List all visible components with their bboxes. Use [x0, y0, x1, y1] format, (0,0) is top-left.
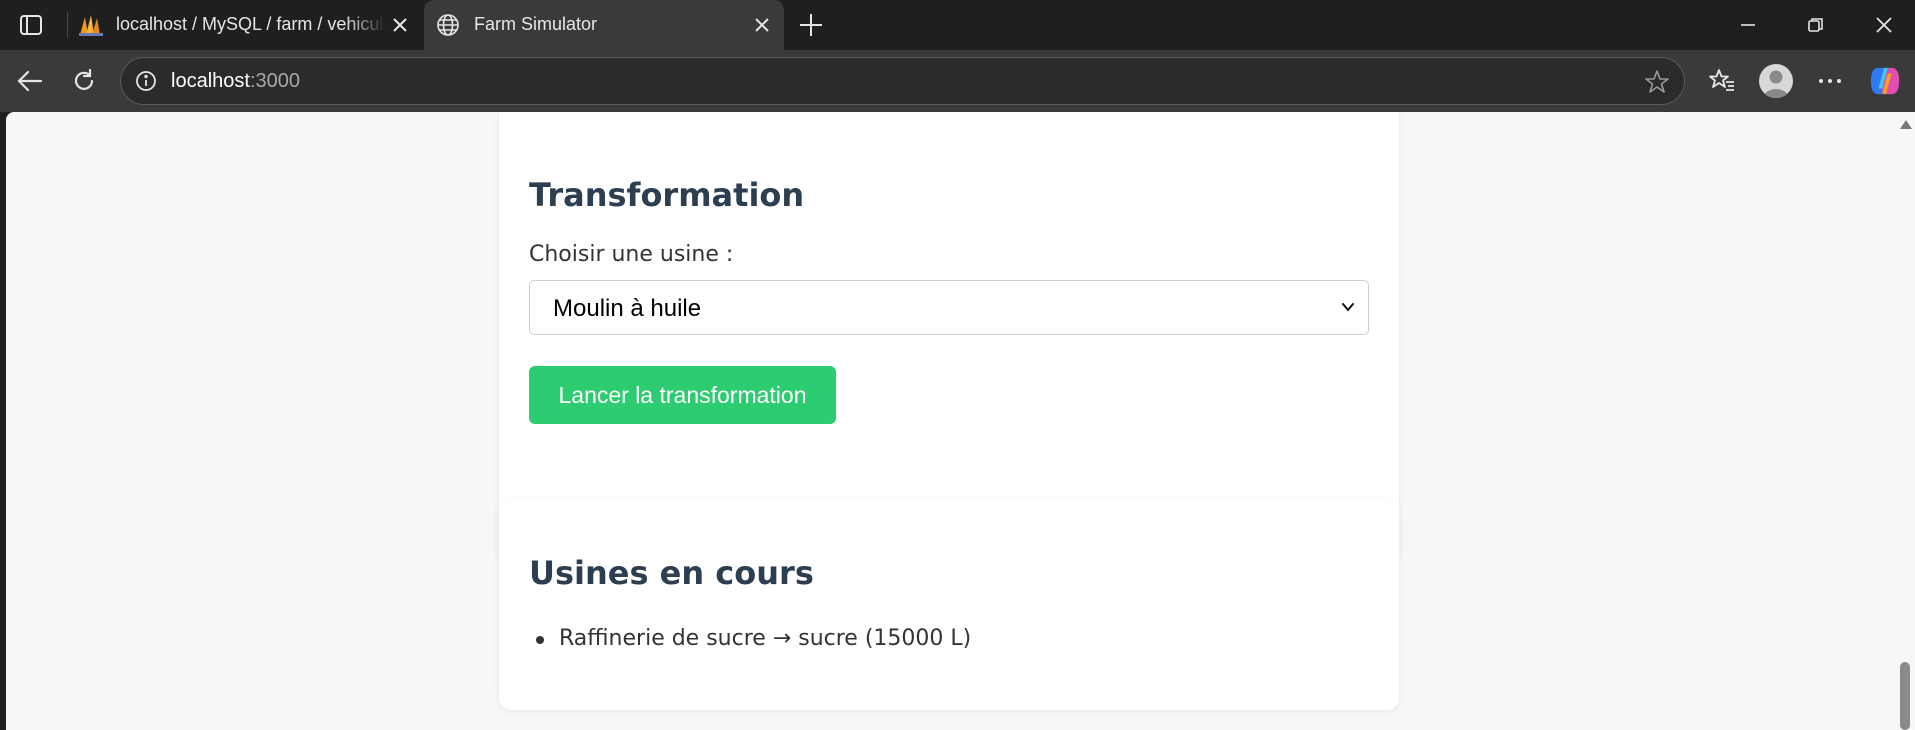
- factory-select-value: Moulin à huile: [553, 295, 702, 322]
- close-icon[interactable]: [390, 15, 410, 35]
- profile-avatar[interactable]: [1759, 64, 1793, 98]
- site-info-icon[interactable]: [135, 70, 157, 92]
- tab-actions-icon[interactable]: [14, 10, 48, 40]
- url-text[interactable]: localhost:3000: [171, 70, 300, 93]
- transformation-heading: Transformation: [529, 176, 805, 214]
- tab-farm-simulator[interactable]: Farm Simulator: [424, 0, 784, 50]
- page-scrollbar[interactable]: [1895, 112, 1915, 730]
- chevron-down-icon: [1338, 297, 1358, 317]
- list-item: Raffinerie de sucre → sucre (15000 L): [529, 624, 971, 654]
- reload-icon[interactable]: [68, 65, 100, 97]
- tab-title: localhost / MySQL / farm / vehicule: [116, 14, 386, 34]
- restore-icon[interactable]: [1798, 10, 1834, 40]
- tab-phpmyadmin[interactable]: localhost / MySQL / farm / vehicule: [72, 0, 422, 50]
- close-icon[interactable]: [752, 15, 772, 35]
- scroll-up-arrow-icon[interactable]: [1900, 120, 1912, 129]
- tab-title: Farm Simulator: [474, 14, 598, 34]
- running-factories-list: Raffinerie de sucre → sucre (15000 L): [529, 624, 971, 654]
- running-factories-heading: Usines en cours: [529, 554, 814, 592]
- address-bar[interactable]: localhost:3000: [120, 57, 1685, 105]
- browser-toolbar: localhost:3000: [0, 50, 1915, 112]
- tab-separator: [67, 12, 68, 38]
- more-options-icon[interactable]: [1814, 65, 1846, 97]
- tab-strip: localhost / MySQL / farm / vehicule Farm…: [0, 0, 1915, 50]
- transformation-card: Transformation Choisir une usine : Mouli…: [499, 112, 1399, 564]
- copilot-icon[interactable]: [1869, 65, 1901, 97]
- favorite-star-icon[interactable]: [1644, 69, 1670, 95]
- scrollbar-thumb[interactable]: [1900, 662, 1910, 730]
- new-tab-icon[interactable]: [796, 10, 826, 40]
- factory-select[interactable]: Moulin à huile: [529, 280, 1369, 335]
- running-factories-card: Usines en cours Raffinerie de sucre → su…: [499, 498, 1399, 710]
- close-window-icon[interactable]: [1866, 10, 1902, 40]
- back-arrow-icon[interactable]: [14, 65, 46, 97]
- launch-transformation-button[interactable]: Lancer la transformation: [529, 366, 836, 424]
- globe-icon: [436, 13, 460, 37]
- phpmyadmin-icon: [78, 13, 103, 37]
- favorites-icon[interactable]: [1706, 65, 1738, 97]
- factory-select-label: Choisir une usine :: [529, 242, 734, 267]
- minimize-icon[interactable]: [1730, 10, 1766, 40]
- page-viewport: Transformation Choisir une usine : Mouli…: [6, 112, 1895, 730]
